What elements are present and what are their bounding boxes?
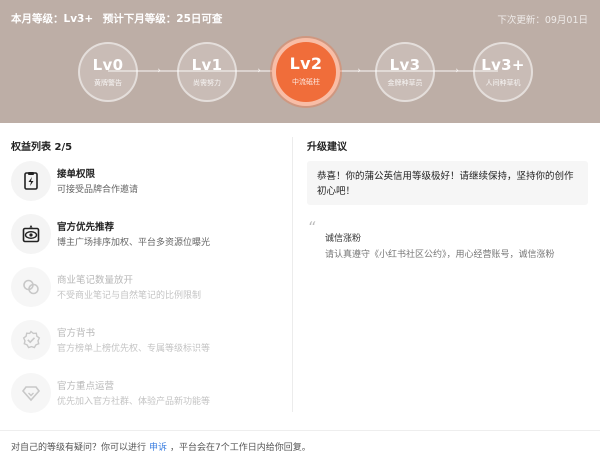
benefit-desc: 可接受品牌合作邀请 [57,185,139,195]
badge-check-icon [11,320,51,360]
benefit-desc: 博主广场排序加权、平台多资源位曝光 [57,238,211,248]
benefit-item: 商业笔记数量放开 不受商业笔记与自然笔记的比例限制 [11,267,291,307]
pane-divider [292,137,293,412]
level-name: Lv1 [191,56,223,74]
level-node-lv1: Lv1 尚需努力 [177,42,237,102]
benefit-desc: 官方榜单上榜优先权、专属等级标识等 [57,344,211,354]
tip-title: 诚信涨粉 [325,234,362,244]
benefit-item: 官方背书 官方榜单上榜优先权、专属等级标识等 [11,320,291,360]
level-node-lv3: Lv3 金牌种草员 [375,42,435,102]
level-node-lv3plus: Lv3+ 人间种草机 [473,42,533,102]
level-name: Lv3+ [481,56,525,74]
level-node-lv2: Lv2 中流砥柱 [272,38,340,106]
level-name: Lv3 [389,56,421,74]
level-header: 本月等级：Lv3+ 预计下月等级：25日可查 下次更新：09月01日 › › ›… [0,0,600,123]
level-name: Lv2 [289,54,323,73]
arrow-right-icon: › [357,66,361,76]
diamond-icon [11,373,51,413]
benefit-item: 官方优先推荐 博主广场排序加权、平台多资源位曝光 [11,214,291,254]
level-name: Lv0 [92,56,124,74]
level-node-lv0: Lv0 黄牌警告 [78,42,138,102]
level-subtitle: 黄牌警告 [94,79,122,87]
level-subtitle: 中流砥柱 [292,78,320,86]
link-icon [11,267,51,307]
footer-prefix: 对自己的等级有疑问？你可以进行 [11,443,147,453]
eye-icon [11,214,51,254]
appeal-link[interactable]: 申诉 [149,443,167,453]
suggestion-title: 升级建议 [307,142,347,153]
arrow-right-icon: › [157,66,161,76]
congrats-message: 恭喜！你的蒲公英信用等级极好！请继续保持，坚持你的创作初心吧！ [307,161,588,205]
level-subtitle: 尚需努力 [193,79,221,87]
benefit-desc: 优先加入官方社群、体验产品新功能等 [57,397,211,407]
benefit-title: 商业笔记数量放开 [57,275,134,286]
tip-desc: 请认真遵守《小红书社区公约》，用心经营账号，诚信涨粉 [325,250,555,260]
level-summary: 本月等级：Lv3+ 预计下月等级：25日可查 [11,11,228,26]
benefits-title: 权益列表 2/5 [11,142,73,153]
level-subtitle: 人间种草机 [485,79,521,87]
quote-icon: “ [308,218,317,237]
benefit-desc: 不受商业笔记与自然笔记的比例限制 [57,291,202,301]
benefit-item: 接单权限 可接受品牌合作邀请 [11,161,291,201]
benefit-title: 官方重点运营 [57,381,115,392]
benefit-item: 官方重点运营 优先加入官方社群、体验产品新功能等 [11,373,291,413]
level-subtitle: 金牌种草员 [387,79,423,87]
current-level-text: 本月等级：Lv3+ [11,13,94,25]
benefit-title: 接单权限 [57,169,96,180]
forecast-level-text: 预计下月等级：25日可查 [102,13,223,25]
next-update-text: 下次更新：09月01日 [497,15,588,26]
appeal-footer: 对自己的等级有疑问？你可以进行 申诉 ，平台会在7个工作日内给你回复。 [0,430,600,458]
lightning-doc-icon [11,161,51,201]
footer-suffix: ，平台会在7个工作日内给你回复。 [170,443,311,453]
arrow-right-icon: › [455,66,459,76]
benefit-title: 官方优先推荐 [57,222,115,233]
benefit-title: 官方背书 [57,328,96,339]
arrow-right-icon: › [257,66,261,76]
